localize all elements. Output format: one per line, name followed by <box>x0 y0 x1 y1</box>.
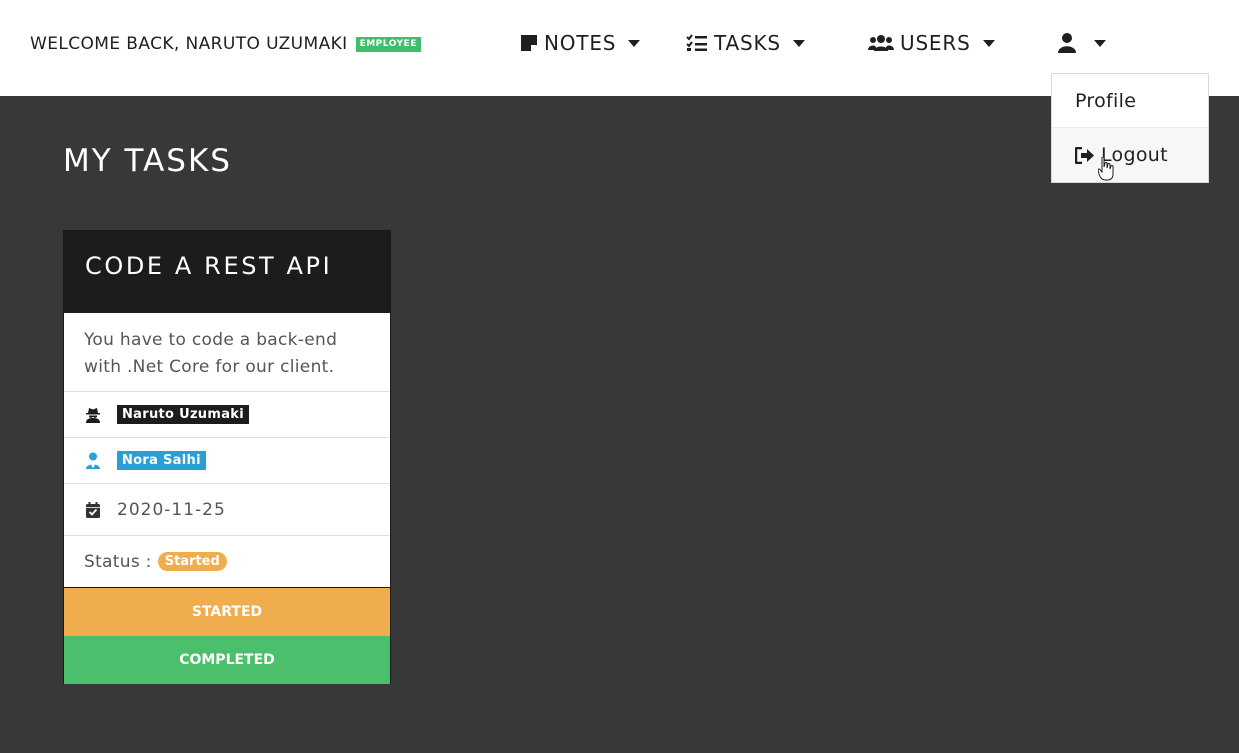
task-status-row: Status : Started <box>64 536 390 588</box>
hand-cursor-icon <box>1098 157 1114 181</box>
mark-completed-button[interactable]: COMPLETED <box>64 636 390 684</box>
menu-item-profile[interactable]: Profile <box>1052 74 1208 128</box>
task-title: CODE A REST API <box>64 231 390 313</box>
chevron-down-icon <box>1094 39 1106 47</box>
due-date: 2020-11-25 <box>117 499 226 520</box>
status-badge: Started <box>157 552 227 571</box>
chevron-down-icon <box>792 39 805 47</box>
assignee-badge: Naruto Uzumaki <box>117 405 249 424</box>
nav-users-label: USERS <box>900 31 971 55</box>
tasks-list-icon <box>686 34 707 51</box>
profile-label: Profile <box>1075 89 1137 112</box>
users-icon <box>868 35 894 51</box>
sticky-note-icon <box>521 35 537 51</box>
nav-notes-label: NOTES <box>544 31 617 55</box>
user-tie-icon <box>84 452 101 469</box>
task-description: You have to code a back-end with .Net Co… <box>64 313 390 392</box>
role-badge: EMPLOYEE <box>355 36 421 52</box>
page-title: MY TASKS <box>63 143 232 179</box>
creator-badge: Nora Salhi <box>117 451 206 470</box>
mark-started-button[interactable]: STARTED <box>64 588 390 636</box>
nav-tasks-label: TASKS <box>714 31 781 55</box>
task-assignee-row: Naruto Uzumaki <box>64 392 390 438</box>
user-menu-toggle[interactable] <box>1058 31 1106 55</box>
nav-notes-dropdown[interactable]: NOTES <box>520 31 641 55</box>
welcome-text: WELCOME BACK, NARUTO UZUMAKI <box>30 34 348 54</box>
welcome-message: WELCOME BACK, NARUTO UZUMAKI EMPLOYEE <box>30 34 421 54</box>
task-date-row: 2020-11-25 <box>64 484 390 536</box>
chevron-down-icon <box>628 39 641 47</box>
chevron-down-icon <box>982 39 995 47</box>
user-icon <box>1058 33 1076 53</box>
user-dropdown-menu: Profile Logout <box>1051 73 1209 183</box>
status-label: Status : <box>84 551 152 572</box>
user-secret-icon <box>84 406 101 423</box>
nav-tasks-dropdown[interactable]: TASKS <box>686 31 805 55</box>
task-creator-row: Nora Salhi <box>64 438 390 484</box>
task-card: CODE A REST API You have to code a back-… <box>63 230 391 684</box>
calendar-check-icon <box>84 501 101 518</box>
menu-item-logout[interactable]: Logout <box>1052 128 1208 182</box>
sign-out-icon <box>1075 146 1094 164</box>
nav-users-dropdown[interactable]: USERS <box>868 31 995 55</box>
